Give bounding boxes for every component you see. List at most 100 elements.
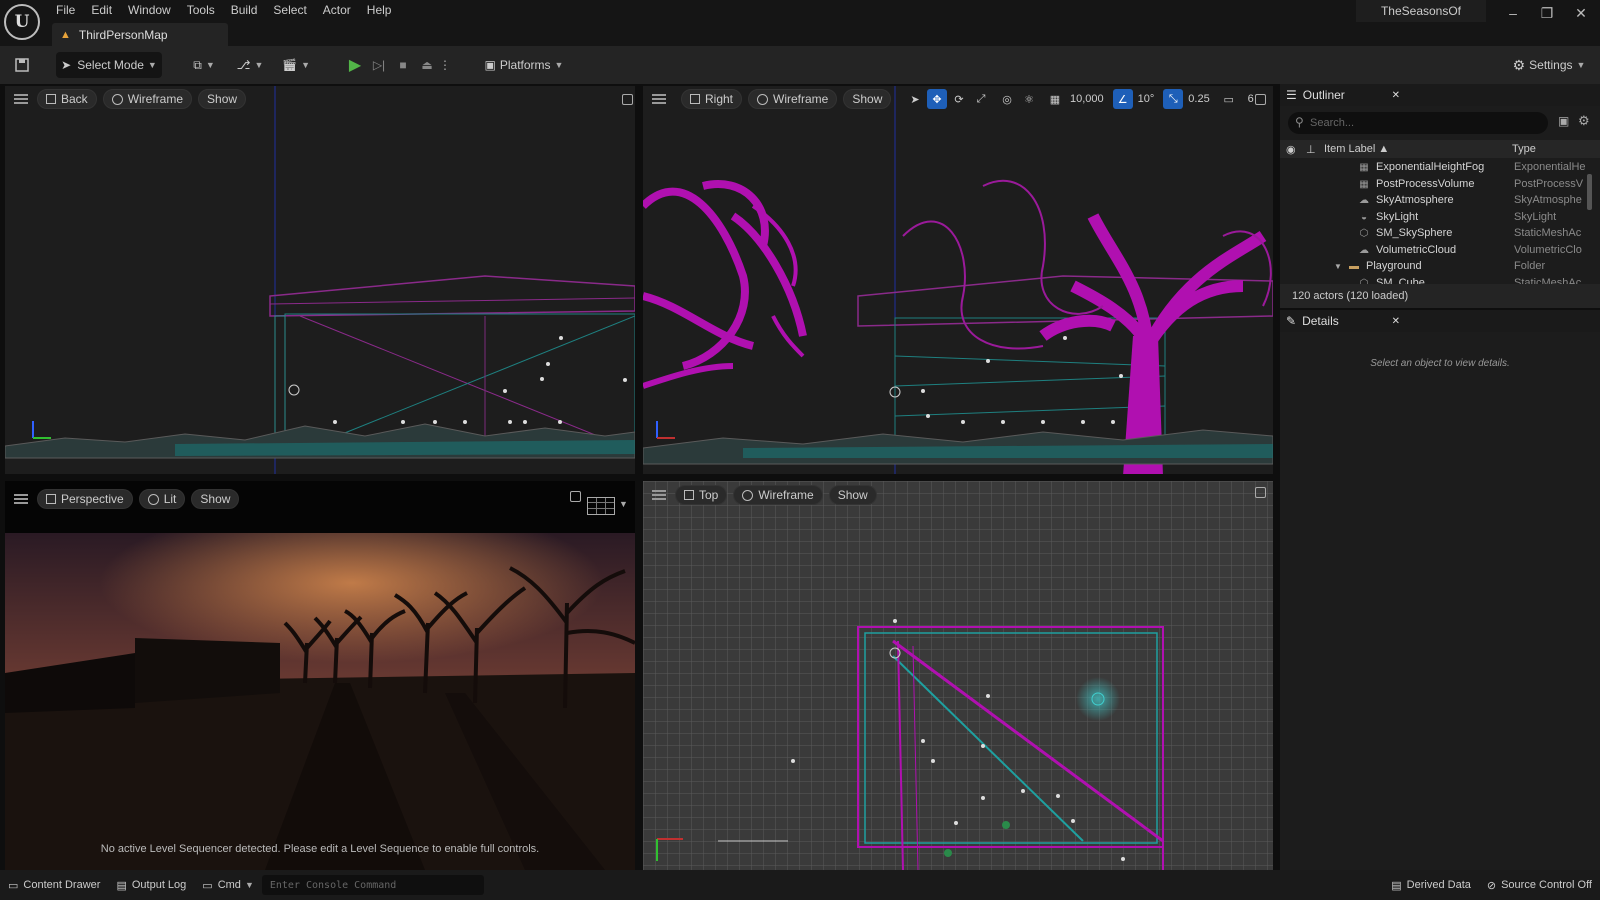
console-command-input[interactable]: Enter Console Command xyxy=(261,875,484,895)
viewport-options-button[interactable] xyxy=(649,89,669,109)
outliner-row[interactable]: ▼ ▬ Playground Folder xyxy=(1280,258,1600,275)
maximize-viewport-icon[interactable] xyxy=(1255,487,1266,498)
close-icon[interactable]: ✕ xyxy=(1564,0,1598,26)
viewport-top[interactable]: Top Wireframe Show xyxy=(643,481,1273,870)
column-item-label[interactable]: Item Label ▲ xyxy=(1324,143,1389,155)
save-icon[interactable] xyxy=(10,52,34,78)
add-folder-icon[interactable]: ▣ xyxy=(1558,114,1569,128)
scale-snap-value[interactable]: 0.25 xyxy=(1185,89,1212,109)
outliner-row[interactable]: ☁ SkyAtmosphere SkyAtmosphe xyxy=(1280,192,1600,209)
select-mode-dropdown[interactable]: ➤ Select Mode ▼ xyxy=(56,52,162,78)
platforms-dropdown[interactable]: ▣ Platforms ▼ xyxy=(482,52,566,78)
source-control-off-icon: ⊘ xyxy=(1486,879,1497,892)
top-wireframe-scene xyxy=(643,481,1273,870)
view-type-perspective-button[interactable]: Perspective xyxy=(37,489,133,509)
show-button[interactable]: Show xyxy=(843,89,892,109)
outliner-row[interactable]: ◒ SkyLight SkyLight xyxy=(1280,209,1600,226)
menu-file[interactable]: File xyxy=(48,0,83,22)
add-actor-button[interactable]: ⧉ ▼ xyxy=(188,52,220,78)
menu-select[interactable]: Select xyxy=(265,0,314,22)
expand-arrow-icon[interactable]: ▼ xyxy=(1334,262,1342,271)
world-space-icon[interactable]: ◎ xyxy=(997,89,1017,109)
view-type-right-button[interactable]: Right xyxy=(681,89,743,109)
minimize-icon[interactable]: – xyxy=(1496,0,1530,26)
view-mode-wireframe-button[interactable]: Wireframe xyxy=(102,89,193,109)
output-log-button[interactable]: ▤ Output Log xyxy=(108,879,194,892)
column-type[interactable]: Type xyxy=(1512,143,1536,155)
sequencer-layout-icon[interactable] xyxy=(587,497,615,515)
level-document-tab[interactable]: ▲ ThirdPersonMap xyxy=(52,23,228,46)
view-type-back-button[interactable]: Back xyxy=(37,89,97,109)
chevron-down-icon[interactable]: ▼ xyxy=(619,499,628,509)
row-label: Playground xyxy=(1366,260,1422,273)
viewport-top-toolbar: Top Wireframe Show xyxy=(643,482,877,508)
grid-snap-icon[interactable]: ▦ xyxy=(1045,89,1065,109)
view-type-icon xyxy=(46,94,56,104)
maximize-viewport-icon[interactable] xyxy=(1255,94,1266,105)
view-type-top-button[interactable]: Top xyxy=(675,485,728,505)
viewport-right-toolbar: Right Wireframe Show xyxy=(643,86,892,112)
menu-tools[interactable]: Tools xyxy=(179,0,223,22)
step-button[interactable]: ▷| xyxy=(368,52,390,78)
cmd-dropdown[interactable]: ▭ Cmd ▼ xyxy=(194,879,262,892)
outliner-scrollbar[interactable] xyxy=(1587,174,1592,210)
scale-tool-icon[interactable]: ⤢ xyxy=(971,89,991,109)
perspective-cube-icon xyxy=(46,494,56,504)
blueprint-button[interactable]: ⎇ ▼ xyxy=(234,52,266,78)
gear-icon[interactable]: ⚙ xyxy=(1578,113,1590,129)
camera-speed-icon[interactable]: ▭ xyxy=(1219,89,1239,109)
outliner-row[interactable]: ⬡ SM_SkySphere StaticMeshAc xyxy=(1280,225,1600,242)
outliner-row[interactable]: ☁ VolumetricCloud VolumetricClo xyxy=(1280,242,1600,259)
view-mode-label: Wireframe xyxy=(773,92,829,106)
viewport-options-button[interactable] xyxy=(11,89,31,109)
visibility-eye-icon[interactable]: ◉ xyxy=(1286,143,1296,156)
view-mode-lit-button[interactable]: Lit xyxy=(138,489,186,509)
scale-snap-icon[interactable]: ⤡ xyxy=(1163,89,1184,109)
viewport-right[interactable]: Right Wireframe Show ➤ ✥ ⟳ ⤢ ◎ ⚛ ▦ 10,00… xyxy=(643,86,1273,474)
viewport-back[interactable]: Back Wireframe Show xyxy=(5,86,635,474)
show-button[interactable]: Show xyxy=(828,485,877,505)
select-tool-icon[interactable]: ➤ xyxy=(905,89,925,109)
menu-help[interactable]: Help xyxy=(359,0,400,22)
surface-snap-icon[interactable]: ⚛ xyxy=(1019,89,1039,109)
show-button[interactable]: Show xyxy=(191,489,240,509)
grid-snap-value[interactable]: 10,000 xyxy=(1067,89,1107,109)
translate-tool-icon[interactable]: ✥ xyxy=(927,89,947,109)
menu-window[interactable]: Window xyxy=(120,0,179,22)
menu-actor[interactable]: Actor xyxy=(315,0,359,22)
viewport-options-button[interactable] xyxy=(649,485,669,505)
outliner-search-input[interactable]: Search... xyxy=(1288,112,1548,134)
view-type-back-label: Back xyxy=(61,92,88,106)
unreal-logo-icon[interactable]: U xyxy=(4,4,40,40)
show-label: Show xyxy=(207,92,238,106)
settings-dropdown[interactable]: ⚙ Settings ▼ xyxy=(1510,52,1588,78)
view-mode-wireframe-button[interactable]: Wireframe xyxy=(748,89,838,109)
lit-sphere-icon xyxy=(147,493,159,505)
rotation-snap-value[interactable]: 10° xyxy=(1135,89,1158,109)
stop-button[interactable]: ■ xyxy=(392,52,414,78)
maximize-viewport-icon[interactable] xyxy=(570,491,581,502)
content-drawer-button[interactable]: ▭ Content Drawer xyxy=(0,879,108,892)
menu-edit[interactable]: Edit xyxy=(83,0,120,22)
restore-icon[interactable]: ❐ xyxy=(1530,0,1564,26)
rotation-snap-icon[interactable]: ∠ xyxy=(1112,89,1133,109)
close-icon[interactable]: ✕ xyxy=(1392,90,1400,101)
close-icon[interactable]: ✕ xyxy=(1392,316,1400,327)
play-button[interactable]: ▶ xyxy=(344,52,366,78)
pin-icon[interactable]: ⊥ xyxy=(1306,143,1316,156)
rotate-tool-icon[interactable]: ⟳ xyxy=(949,89,969,109)
viewport-perspective[interactable]: Perspective Lit Show ▼ No active Level S… xyxy=(5,481,635,870)
eject-button[interactable]: ⏏ xyxy=(416,52,438,78)
viewport-options-button[interactable] xyxy=(11,489,31,509)
cinematics-button[interactable]: 🎬︎ ▼ xyxy=(280,52,312,78)
view-mode-wireframe-button[interactable]: Wireframe xyxy=(733,485,823,505)
menu-build[interactable]: Build xyxy=(223,0,266,22)
maximize-viewport-icon[interactable] xyxy=(622,94,633,105)
source-control-button[interactable]: ⊘ Source Control Off xyxy=(1479,879,1600,892)
outliner-row[interactable]: ▦ ExponentialHeightFog ExponentialHe xyxy=(1280,159,1600,176)
show-button[interactable]: Show xyxy=(198,89,247,109)
outliner-row[interactable]: ▦ PostProcessVolume PostProcessV xyxy=(1280,176,1600,193)
play-options-button[interactable]: ⋮ xyxy=(438,52,452,78)
details-title: Details xyxy=(1302,314,1339,328)
derived-data-button[interactable]: ▤ Derived Data xyxy=(1383,879,1479,892)
